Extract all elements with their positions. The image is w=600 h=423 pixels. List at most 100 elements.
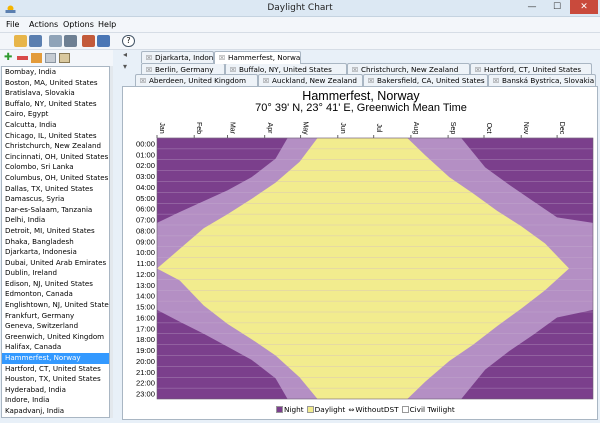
hour-tick-label: 06:00 [136, 205, 155, 214]
legend-swatch [276, 406, 283, 413]
chart-tab[interactable]: ☒ Bakersfield, CA, United States [363, 74, 488, 86]
close-tab-icon[interactable]: ☒ [367, 76, 375, 86]
location-list-item[interactable]: Calcutta, India [2, 120, 109, 131]
hour-tick-label: 16:00 [136, 313, 155, 322]
month-label: Jan [158, 122, 165, 133]
hour-tick-label: 09:00 [136, 237, 155, 246]
location-list-item[interactable]: Djarkarta, Indonesia [2, 247, 109, 258]
hour-tick-label: 19:00 [136, 346, 155, 355]
location-list-item[interactable]: Edison, NJ, United States [2, 279, 109, 290]
menu-options[interactable]: Options [63, 20, 94, 29]
chart-tab[interactable]: ☒Djarkarta, Indonesia [141, 51, 214, 63]
location-list-item[interactable]: Kapadvanj, India [2, 406, 109, 417]
chart-tab-label: Djarkarta, Indonesia [155, 53, 214, 62]
chart-tab-label: Banská Bystrica, Slovakia [502, 76, 595, 85]
location-list-item[interactable]: Boston, MA, United States [2, 78, 109, 89]
month-label: Mar [229, 122, 236, 135]
help-icon[interactable]: ? [122, 35, 135, 47]
hour-tick-label: 14:00 [136, 292, 155, 301]
month-label: Sep [449, 122, 456, 135]
location-list-item[interactable]: Englishtown, NJ, United States [2, 300, 109, 311]
location-list-item[interactable]: Columbus, OH, United States [2, 173, 109, 184]
location-list-item[interactable]: Dublin, Ireland [2, 268, 109, 279]
chart-tab-label: Hartford, CT, United States [484, 65, 582, 74]
location-list-item[interactable]: Houston, TX, United States [2, 374, 109, 385]
export-icon[interactable] [82, 35, 95, 47]
hour-tick-label: 12:00 [136, 270, 155, 279]
close-button[interactable]: ✕ [570, 0, 598, 14]
location-list-item[interactable]: Edmonton, Canada [2, 289, 109, 300]
month-label: Dec [558, 122, 565, 135]
location-list-item[interactable]: Colombo, Sri Lanka [2, 162, 109, 173]
window-title: Daylight Chart [267, 3, 333, 13]
hour-tick-label: 15:00 [136, 303, 155, 312]
location-list-item[interactable]: Detroit, MI, United States [2, 226, 109, 237]
location-list-item[interactable]: Halifax, Canada [2, 342, 109, 353]
chart-panel: Hammerfest, Norway 70° 39' N, 23° 41' E,… [122, 86, 598, 420]
location-list-item[interactable]: Hammerfest, Norway [2, 353, 109, 364]
menu-file[interactable]: File [6, 20, 19, 29]
close-tab-icon[interactable]: ☒ [139, 76, 147, 86]
print-icon[interactable] [64, 35, 77, 47]
location-list-item[interactable]: Hartford, CT, United States [2, 364, 109, 375]
location-list-item[interactable]: Dallas, TX, United States [2, 184, 109, 195]
location-list-item[interactable]: Chicago, IL, United States [2, 131, 109, 142]
hour-tick-label: 13:00 [136, 281, 155, 290]
tab-scroll-down-icon[interactable]: ▾ [123, 62, 127, 71]
save-icon[interactable] [29, 35, 42, 47]
menu-help[interactable]: Help [98, 20, 116, 29]
location-list-item[interactable]: Geneva, Switzerland [2, 321, 109, 332]
location-list-item[interactable]: Damascus, Syria [2, 194, 109, 205]
location-list-item[interactable]: Indore, India [2, 395, 109, 406]
chart-tab-label: Christchurch, New Zealand [361, 65, 459, 74]
copy-location-icon[interactable] [45, 53, 56, 63]
close-tab-icon[interactable]: ☒ [262, 76, 270, 86]
close-tab-icon[interactable]: ☒ [218, 53, 226, 64]
location-list-item[interactable]: Greenwich, United Kingdom [2, 332, 109, 343]
location-list-item[interactable]: Frankfurt, Germany [2, 311, 109, 322]
hour-tick-label: 18:00 [136, 335, 155, 344]
location-list-item[interactable]: Delhi, India [2, 215, 109, 226]
open-folder-icon[interactable] [14, 35, 27, 47]
chart-legend: Night Daylight ⇔WithoutDST Civil Twilight [273, 405, 455, 414]
hour-tick-label: 10:00 [136, 248, 155, 257]
edit-location-icon[interactable] [31, 53, 42, 63]
month-label: Oct [485, 123, 492, 134]
hour-tick-label: 01:00 [136, 150, 155, 159]
chart-tab[interactable]: ☒ Auckland, New Zealand [258, 74, 363, 86]
menu-actions[interactable]: Actions [29, 20, 58, 29]
calendar-icon[interactable] [97, 35, 110, 47]
location-list-item[interactable]: Christchurch, New Zealand [2, 141, 109, 152]
maximize-button[interactable]: ☐ [545, 0, 569, 14]
chart-tab[interactable]: ☒ Aberdeen, United Kingdom [135, 74, 258, 86]
close-tab-icon[interactable]: ☒ [492, 76, 500, 86]
location-list[interactable]: Bombay, India Boston, MA, United States Br… [1, 66, 110, 418]
location-list-item[interactable]: Dar-es-Salaam, Tanzania [2, 205, 109, 216]
hour-tick-label: 20:00 [136, 357, 155, 366]
location-list-item[interactable]: Cairo, Egypt [2, 109, 109, 120]
location-list-item[interactable]: Cincinnati, OH, United States [2, 152, 109, 163]
minimize-button[interactable]: — [520, 0, 544, 14]
tab-scroll-left-icon[interactable]: ◂ [123, 50, 127, 59]
add-location-icon[interactable]: ✚ [4, 53, 15, 63]
splitter[interactable] [113, 50, 121, 423]
location-list-item[interactable]: Hyderabad, India [2, 385, 109, 396]
print-preview-icon[interactable] [49, 35, 62, 47]
hour-tick-label: 07:00 [136, 216, 155, 225]
location-list-item[interactable]: Buffalo, NY, United States [2, 99, 109, 110]
location-list-item[interactable]: Bombay, India [2, 67, 109, 78]
chart-tab[interactable]: ☒ Hammerfest, Norway [214, 51, 301, 64]
paste-location-icon[interactable] [59, 53, 70, 63]
location-list-item[interactable]: Dubai, United Arab Emirates [2, 258, 109, 269]
chart-tab-label: Berlin, Germany [155, 65, 214, 74]
hour-tick-label: 05:00 [136, 194, 155, 203]
close-tab-icon[interactable]: ☒ [145, 53, 153, 63]
hour-tick-label: 21:00 [136, 368, 155, 377]
legend-label: Daylight [314, 405, 346, 414]
location-list-item[interactable]: Bratislava, Slovakia [2, 88, 109, 99]
chart-tab[interactable]: ☒ Banská Bystrica, Slovakia [488, 74, 596, 86]
hour-tick-label: 17:00 [136, 324, 155, 333]
location-list-item[interactable]: Dhaka, Bangladesh [2, 237, 109, 248]
month-label: Apr [266, 123, 273, 135]
remove-location-icon[interactable] [17, 56, 28, 60]
